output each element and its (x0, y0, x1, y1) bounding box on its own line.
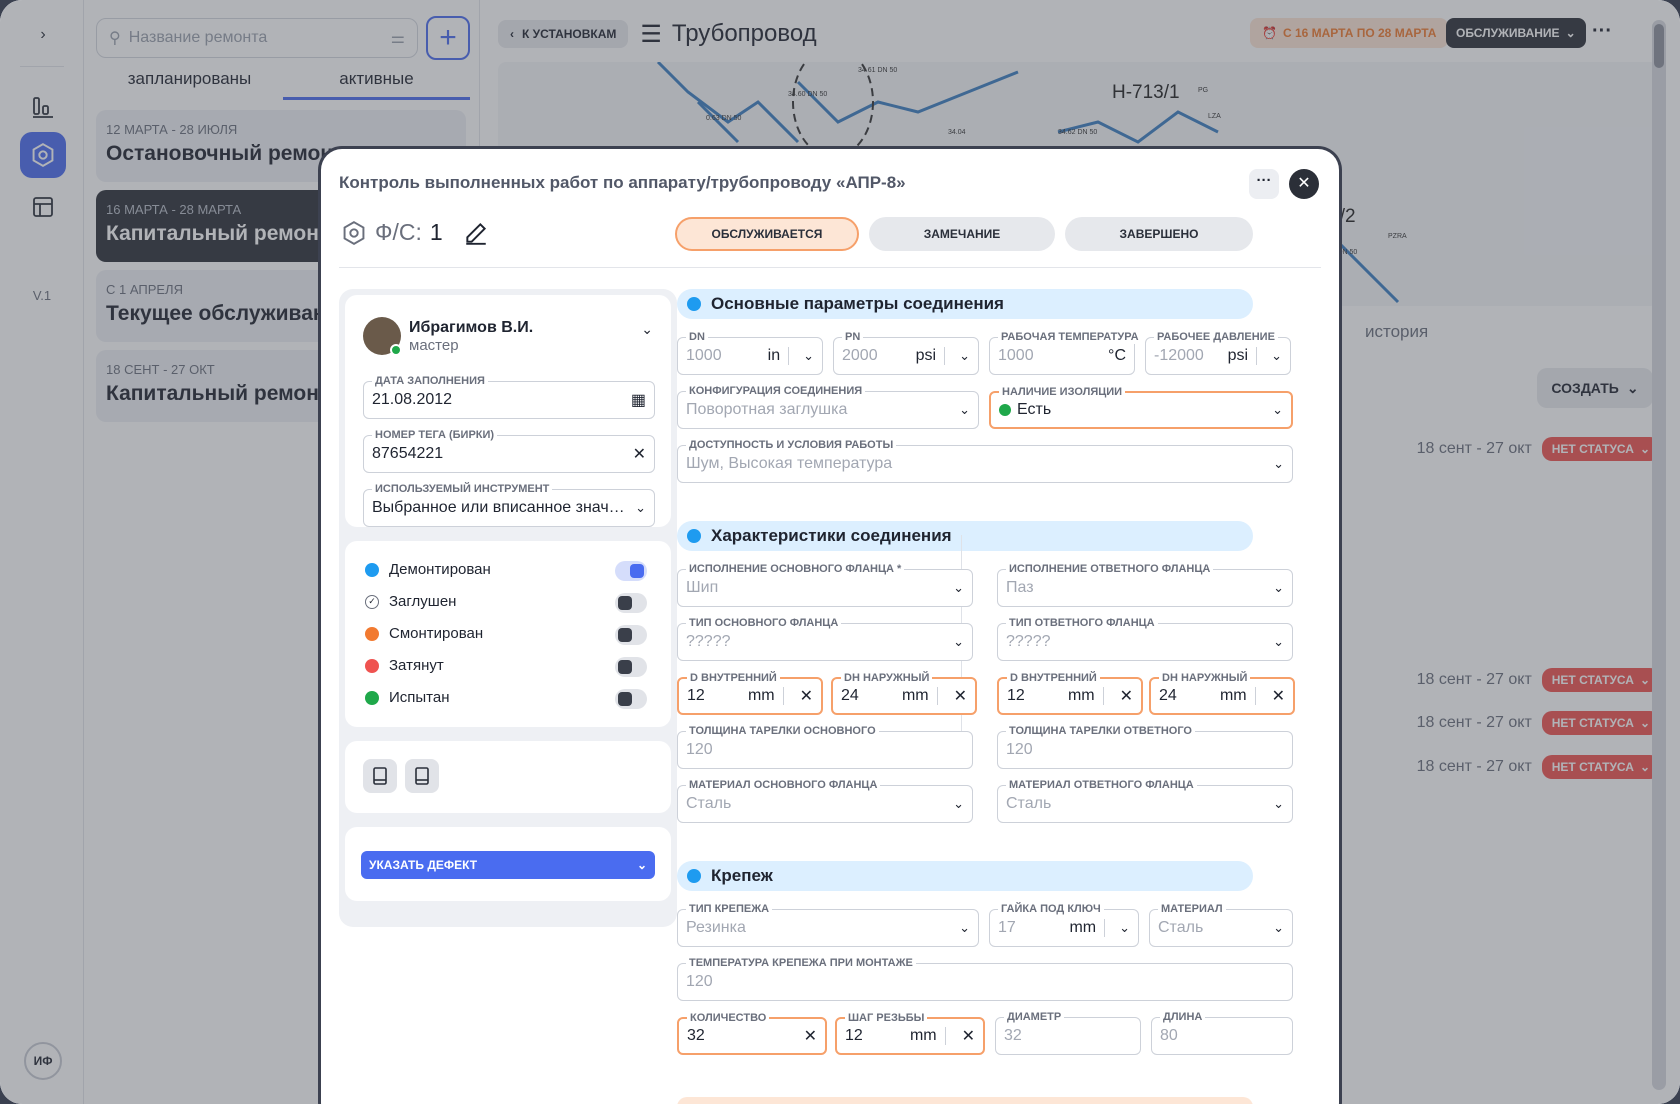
toggle-row: Затянут (345, 651, 671, 681)
mating-flange-type-select[interactable]: ТИП ОТВЕТНОГО ФЛАНЦА????? ⌄ (997, 616, 1293, 661)
toggle-switch[interactable] (615, 625, 647, 645)
close-icon[interactable]: ✕ (1289, 169, 1319, 199)
check-circle-icon (999, 404, 1011, 416)
main-flange-type-select[interactable]: ТИП ОСНОВНОГО ФЛАНЦА????? ⌄ (677, 616, 973, 661)
dialog-title: Контроль выполненных работ по аппарату/т… (339, 173, 906, 192)
pn-field[interactable]: PN 2000 psi ⌄ (833, 330, 979, 375)
main-flange-design-select[interactable]: ИСПОЛНЕНИЕ ОСНОВНОГО ФЛАНЦА * Шип ⌄ (677, 562, 973, 607)
state-toggles: Демонтирован ✓ Заглушен Смонтирован Затян… (345, 541, 671, 727)
chevron-down-icon[interactable]: ⌄ (641, 321, 653, 338)
status-serviced[interactable]: ОБСЛУЖИВАЕТСЯ (675, 217, 859, 251)
section-basic-params: Основные параметры соединения (677, 289, 1253, 319)
edit-icon[interactable] (463, 220, 489, 246)
length-field[interactable]: ДЛИНА 80 (1151, 1010, 1293, 1055)
toggle-switch[interactable] (615, 657, 647, 677)
connection-config-select[interactable]: КОНФИГУРАЦИЯ СОЕДИНЕНИЯ Поворотная заглуш… (677, 384, 979, 429)
main-inner-diameter-field[interactable]: D ВНУТРЕННИЙ 12 mm ✕ (677, 671, 823, 715)
toggle-row: Смонтирован (345, 619, 671, 649)
fill-date-field[interactable]: ДАТА ЗАПОЛНЕНИЯ 21.08.2012 ▦ (363, 374, 655, 419)
avatar (363, 317, 402, 356)
work-control-dialog: Контроль выполненных работ по аппарату/т… (318, 146, 1342, 1104)
toggle-switch[interactable] (615, 593, 647, 613)
clear-icon: ✕ (803, 1028, 817, 1045)
section-connection-specs: Характеристики соединения (677, 521, 1253, 551)
chevron-down-icon: ⌄ (635, 500, 646, 515)
dn-field[interactable]: DN 1000 in ⌄ (677, 330, 823, 375)
mating-disc-thickness-field[interactable]: ТОЛЩИНА ТАРЕЛКИ ОТВЕТНОГО 120 (997, 724, 1293, 769)
hex-nut-icon (343, 220, 365, 245)
defect-select[interactable]: УКАЗАТЬ ДЕФЕКТ ⌄ (361, 851, 655, 879)
book-icon[interactable] (363, 759, 397, 793)
thread-pitch-field[interactable]: ШАГ РЕЗЬБЫ 12 mm ✕ (835, 1011, 985, 1055)
calendar-icon: ▦ (630, 392, 646, 409)
toggle-row: Испытан (345, 683, 671, 713)
mating-flange-design-select[interactable]: ИСПОЛНЕНИЕ ОТВЕТНОГО ФЛАНЦА Паз ⌄ (997, 562, 1293, 607)
main-disc-thickness-field[interactable]: ТОЛЩИНА ТАРЕЛКИ ОСНОВНОГО 120 (677, 724, 973, 769)
more-icon[interactable]: ··· (1249, 169, 1279, 199)
main-outer-diameter-field[interactable]: DН НАРУЖНЫЙ 24 mm ✕ (831, 671, 977, 715)
fs-number: Ф/С: 1 (341, 219, 489, 246)
insulation-select[interactable]: НАЛИЧИЕ ИЗОЛЯЦИИ Есть ⌄ (989, 385, 1293, 429)
fastener-install-temp-field[interactable]: ТЕМПЕРАТУРА КРЕПЕЖА ПРИ МОНТАЖЕ 120 (677, 956, 1293, 1001)
toggle-switch[interactable] (615, 689, 647, 709)
clear-icon: ✕ (1271, 688, 1285, 705)
left-panel: Ибрагимов В.И. мастер ⌄ ДАТА ЗАПОЛНЕНИЯ 21… (339, 289, 677, 927)
work-pressure-field[interactable]: РАБОЧЕЕ ДАВЛЕНИЕ -12000 psi ⌄ (1145, 330, 1291, 375)
toggle-switch[interactable] (615, 561, 647, 581)
tag-number-field[interactable]: НОМЕР ТЕГА (БИРКИ) 87654221 ✕ (363, 428, 655, 473)
main-flange-material-select[interactable]: МАТЕРИАЛ ОСНОВНОГО ФЛАНЦА Сталь ⌄ (677, 778, 973, 823)
assignee[interactable]: Ибрагимов В.И. мастер (363, 317, 533, 356)
fastener-material-select[interactable]: МАТЕРИАЛ Сталь ⌄ (1149, 902, 1293, 947)
mating-outer-diameter-field[interactable]: DН НАРУЖНЫЙ 24 mm ✕ (1149, 671, 1295, 715)
tool-select[interactable]: ИСПОЛЬЗУЕМЫЙ ИНСТРУМЕНТ Выбранное или впи… (363, 482, 655, 527)
clear-icon: ✕ (961, 1028, 975, 1045)
diameter-field[interactable]: ДИАМЕТР 32 (995, 1010, 1141, 1055)
clear-icon: ✕ (799, 688, 813, 705)
toggle-row: Демонтирован (345, 555, 671, 585)
mating-inner-diameter-field[interactable]: D ВНУТРЕННИЙ 12 mm ✕ (997, 671, 1143, 715)
app-window: › V.1 ИФ ⚲ Название ремонта ⚌ + запланиров… (0, 0, 1680, 1104)
clear-icon: ✕ (1119, 688, 1133, 705)
status-done[interactable]: ЗАВЕРШЕНО (1065, 217, 1253, 251)
toggle-row: ✓ Заглушен (345, 587, 671, 617)
work-temp-field[interactable]: РАБОЧАЯ ТЕМПЕРАТУРА 1000 °C (989, 330, 1142, 375)
fastener-type-select[interactable]: ТИП КРЕПЕЖА Резинка ⌄ (677, 902, 979, 947)
clear-icon: ✕ (953, 688, 967, 705)
clear-icon: ✕ (632, 446, 646, 463)
mating-flange-material-select[interactable]: МАТЕРИАЛ ОТВЕТНОГО ФЛАНЦА Сталь ⌄ (997, 778, 1293, 823)
access-conditions-select[interactable]: ДОСТУПНОСТЬ И УСЛОВИЯ РАБОТЫ Шум, Высокая… (677, 438, 1293, 483)
status-remark[interactable]: ЗАМЕЧАНИЕ (869, 217, 1055, 251)
section-fasteners: Крепеж (677, 861, 1253, 891)
quantity-field[interactable]: КОЛИЧЕСТВО 32 ✕ (677, 1011, 827, 1055)
chevron-down-icon: ⌄ (636, 858, 647, 872)
book-icon[interactable] (405, 759, 439, 793)
wrench-nut-field[interactable]: ГАЙКА ПОД КЛЮЧ 17 mm ⌄ (989, 902, 1139, 947)
